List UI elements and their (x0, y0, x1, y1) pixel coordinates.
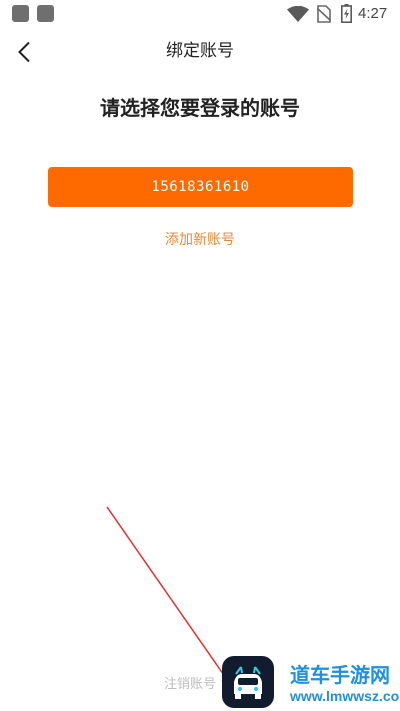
watermark-title: 道车手游网 (290, 663, 390, 687)
page-title: 绑定账号 (166, 41, 234, 61)
add-account-link-row: 添加新账号 (0, 229, 400, 251)
back-button[interactable] (10, 38, 38, 66)
watermark-logo (222, 656, 274, 708)
select-account-heading: 请选择您要登录的账号 (100, 96, 300, 120)
car-logo-icon (234, 666, 262, 699)
screen: 4:27 绑定账号 请选择您要登录的账号 15618361610 添加新账号 注… (0, 0, 400, 711)
chevron-left-icon (18, 41, 30, 63)
watermark: 道车手游网 www.lmwwsz.com (222, 654, 400, 710)
status-bar: 4:27 (0, 0, 400, 28)
account-number: 15618361610 (151, 179, 250, 195)
watermark-url: www.lmwwsz.com (290, 688, 400, 704)
no-sim-icon (317, 5, 331, 23)
battery-charging-icon (341, 4, 352, 23)
wifi-icon (287, 6, 309, 22)
status-time: 4:27 (358, 5, 388, 22)
app-square-icon (37, 5, 54, 22)
cancel-account-link[interactable]: 注销账号 (164, 676, 216, 694)
app-square-icon (12, 5, 29, 22)
add-account-link[interactable]: 添加新账号 (165, 232, 235, 248)
account-button[interactable]: 15618361610 (48, 167, 353, 207)
